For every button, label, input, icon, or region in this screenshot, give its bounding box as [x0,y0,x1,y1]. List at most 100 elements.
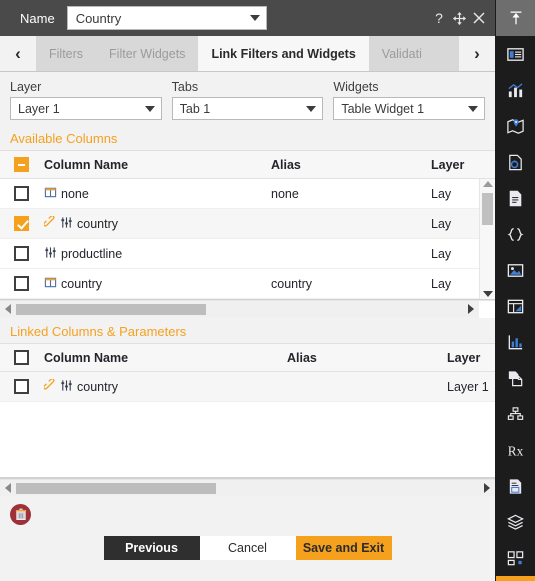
sliders-icon [60,379,73,395]
tabs-dropdown-value: Tab 1 [179,101,211,116]
widgets-dropdown[interactable]: Table Widget 1 [333,97,486,120]
row-checkbox[interactable] [13,216,29,231]
widgets-selector-field: Widgets Table Widget 1 [333,80,486,120]
tab-scroll-next[interactable]: › [459,36,495,71]
tab-filters[interactable]: Filters [36,36,97,71]
hscroll-track[interactable] [16,482,479,494]
hierarchy-icon [507,406,524,420]
vscroll-thumb[interactable] [482,193,493,225]
grid-apps-icon [507,550,524,565]
scroll-right-arrow-icon[interactable] [468,304,474,314]
hscroll-track[interactable] [16,303,463,315]
table-column-icon [44,186,57,202]
hscroll-thumb[interactable] [16,482,216,494]
linked-horizontal-scrollbar[interactable] [0,479,495,496]
row-checkbox[interactable] [13,186,29,201]
cancel-button[interactable]: Cancel [199,536,296,560]
scroll-left-arrow-icon[interactable] [5,304,11,314]
tab-filter-widgets[interactable]: Filter Widgets [96,36,199,71]
save-and-exit-button[interactable]: Save and Exit [295,536,392,560]
rail-item-layers[interactable] [496,504,535,540]
available-vertical-scrollbar[interactable] [479,179,495,299]
document-gear-icon [509,154,522,170]
linked-select-all-checkbox[interactable] [13,350,29,365]
table-row[interactable]: country country Lay [0,269,479,299]
row-checkbox-cell [0,216,42,231]
header-alias: Alias [287,350,317,365]
bar-chart-icon [508,82,523,97]
select-all-checkbox[interactable] [13,157,29,172]
rail-item-document[interactable] [496,180,535,216]
rail-item-map[interactable] [496,108,535,144]
hscroll-thumb[interactable] [16,303,206,315]
rail-item-image[interactable] [496,252,535,288]
row-checkbox-cell [0,186,42,201]
rail-item-document-gear[interactable] [496,144,535,180]
row-column-name-cell: none [42,186,271,202]
tabs-label: Tabs [171,80,199,94]
rail-item-bar-chart[interactable] [496,72,535,108]
tab-validation[interactable]: Validati [368,36,435,71]
rail-item-hierarchy[interactable] [496,396,535,432]
table-row[interactable]: productline Lay [0,239,479,269]
tab-list: Filters Filter Widgets Link Filters and … [36,36,459,71]
table-row[interactable]: country Layer 1 [0,372,495,402]
rail-item-grid-apps[interactable] [496,540,535,576]
line-chart-icon [508,334,523,349]
row-column-name-cell: productline [42,246,271,262]
previous-button[interactable]: Previous [103,536,200,560]
rail-item-report-doc[interactable] [496,468,535,504]
code-braces-icon [507,227,524,241]
link-filters-dialog: Name Country ? ‹ Filters Filter Widgets … [0,0,496,581]
row-checkbox-cell [0,276,42,291]
layer-selector-field: Layer Layer 1 [10,80,162,120]
document-icon [509,190,522,206]
scroll-left-arrow-icon[interactable] [5,483,11,493]
row-checkbox[interactable] [13,379,29,394]
layer-label: Layer [10,80,42,94]
panel-layout-icon [507,47,524,61]
delete-link-button[interactable] [10,503,31,525]
rail-item-prescription[interactable]: Rx [496,432,535,468]
rail-item-code-braces[interactable] [496,216,535,252]
scroll-up-arrow-icon[interactable] [482,181,493,187]
table-row[interactable]: none none Lay [0,179,479,209]
tab-scroll-prev[interactable]: ‹ [0,36,36,71]
table-row[interactable]: country Lay [0,209,479,239]
available-grid-header: Column Name Alias Layer [0,151,495,179]
vscroll-track[interactable] [482,189,493,289]
available-select-all-cell [0,157,42,172]
header-layer: Layer [447,350,481,365]
widgets-label: Widgets [333,80,379,94]
row-layer: Lay [431,186,452,201]
help-button[interactable]: ? [429,10,449,26]
available-horizontal-scrollbar[interactable] [0,300,495,318]
layer-dropdown[interactable]: Layer 1 [10,97,162,120]
trash-icon [15,508,26,520]
rail-item-panel-layout[interactable] [496,36,535,72]
move-dialog-button[interactable] [449,11,469,26]
tabs-dropdown[interactable]: Tab 1 [171,97,324,120]
close-button[interactable] [469,11,489,25]
application-window: Name Country ? ‹ Filters Filter Widgets … [0,0,535,581]
dialog-titlebar: Name Country ? [0,0,495,36]
name-dropdown[interactable]: Country [66,6,267,30]
scroll-down-arrow-icon[interactable] [482,291,493,297]
rail-item-line-chart[interactable] [496,324,535,360]
rail-collapse-button[interactable] [496,0,535,36]
row-checkbox-cell [0,379,42,394]
rail-item-copy-page[interactable] [496,360,535,396]
name-dropdown-value: Country [75,10,122,26]
dialog-body: Layer Layer 1 Tabs Tab 1 Widgets Table W… [0,72,495,581]
row-alias: none [271,186,299,201]
rail-item-table-widget[interactable] [496,288,535,324]
link-chain-icon [43,378,56,394]
rail-item-download[interactable] [496,576,535,581]
scroll-right-arrow-icon[interactable] [484,483,490,493]
row-checkbox[interactable] [13,246,29,261]
row-checkbox-cell [0,246,42,261]
tab-link-filters-and-widgets[interactable]: Link Filters and Widgets [198,36,369,71]
header-alias: Alias [271,157,301,172]
row-checkbox[interactable] [13,276,29,291]
chevron-down-icon [249,15,260,21]
